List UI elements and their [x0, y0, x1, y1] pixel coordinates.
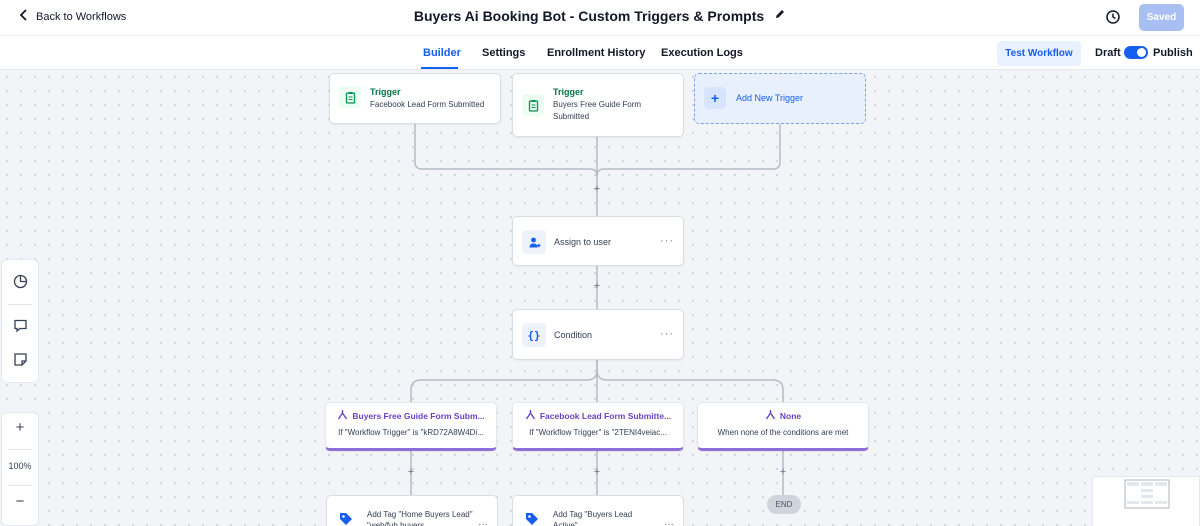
action-label: Condition: [554, 330, 593, 340]
more-options-icon[interactable]: ···: [660, 328, 674, 340]
pencil-icon[interactable]: [774, 7, 786, 25]
clipboard-icon: [522, 94, 544, 116]
action-add-tag-home-buyers[interactable]: Add Tag "Home Buyers Lead" "web/fub buye…: [326, 495, 498, 526]
minimap-preview: [1124, 479, 1170, 509]
branch-none[interactable]: None When none of the conditions are met: [697, 402, 869, 451]
workflow-canvas[interactable]: Trigger Facebook Lead Form Submitted Tri…: [0, 70, 1200, 526]
divider: [8, 485, 32, 486]
more-options-icon[interactable]: ···: [478, 519, 488, 526]
history-clock-icon[interactable]: [1105, 9, 1121, 25]
publish-toggle[interactable]: [1124, 46, 1148, 59]
connector-lines: [410, 124, 784, 495]
curly-braces-glyph: {}: [527, 328, 541, 342]
add-step-plus-icon[interactable]: +: [778, 466, 788, 478]
zoom-controls: + 100% −: [1, 412, 39, 526]
add-step-plus-icon[interactable]: +: [406, 466, 416, 478]
action-label: Add Tag "Home Buyers Lead" "web/fub buye…: [367, 510, 473, 526]
zoom-out-button[interactable]: −: [2, 493, 38, 510]
branch-title: Facebook Lead Form Submitte...: [539, 410, 672, 421]
tag-icon: [339, 512, 353, 526]
branch-subtitle: If "Workflow Trigger" is "2TENI4veiac...: [529, 428, 667, 437]
trigger-title: Trigger: [370, 87, 401, 97]
minimap[interactable]: [1092, 476, 1200, 526]
clipboard-icon: [339, 86, 361, 108]
branch-subtitle: When none of the conditions are met: [717, 428, 849, 437]
add-step-plus-icon[interactable]: +: [592, 466, 602, 478]
divider: [8, 449, 32, 450]
toggle-knob: [1137, 48, 1146, 57]
tab-enrollment-history[interactable]: Enrollment History: [547, 47, 645, 59]
branch-title: Buyers Free Guide Form Subm...: [352, 410, 485, 421]
add-new-trigger-button[interactable]: + Add New Trigger: [694, 73, 866, 124]
action-label: Assign to user: [554, 237, 612, 247]
trigger-node-facebook[interactable]: Trigger Facebook Lead Form Submitted: [329, 73, 501, 124]
branch-split-icon: [525, 409, 536, 422]
zoom-level: 100%: [8, 461, 32, 471]
tabs-bar: Builder Settings Enrollment History Exec…: [0, 36, 1200, 70]
trigger-title: Trigger: [553, 87, 584, 97]
branch-subtitle: If "Workflow Trigger" is "kRD72A8W4Di...: [338, 428, 484, 437]
canvas-tool-panel: [1, 259, 39, 383]
zoom-in-button[interactable]: +: [2, 419, 38, 436]
more-options-icon[interactable]: ···: [660, 235, 674, 247]
tag-icon: [525, 512, 539, 526]
plus-icon: +: [704, 87, 726, 109]
action-add-tag-buyers-lead[interactable]: Add Tag "Buyers Lead Active" ···: [512, 495, 684, 526]
add-trigger-label: Add New Trigger: [736, 93, 804, 103]
add-step-plus-icon[interactable]: +: [592, 183, 602, 195]
curly-braces-icon: {}: [522, 323, 546, 347]
workflow-title[interactable]: Buyers Ai Booking Bot - Custom Triggers …: [414, 8, 764, 24]
sticky-note-icon[interactable]: [13, 352, 28, 367]
tab-settings[interactable]: Settings: [482, 47, 525, 59]
active-tab-indicator: [421, 67, 458, 69]
tab-builder[interactable]: Builder: [423, 47, 461, 59]
action-condition[interactable]: {} Condition ···: [512, 309, 684, 360]
trigger-subtitle: Facebook Lead Form Submitted: [370, 100, 485, 109]
divider: [8, 304, 32, 305]
comment-icon[interactable]: [13, 318, 28, 333]
action-label: Add Tag "Buyers Lead Active": [553, 510, 633, 526]
draft-label: Draft: [1095, 47, 1121, 59]
add-step-plus-icon[interactable]: +: [592, 280, 602, 292]
branch-buyers-free-guide[interactable]: Buyers Free Guide Form Subm... If "Workf…: [325, 402, 497, 451]
publish-label: Publish: [1153, 47, 1193, 59]
trigger-node-buyers-guide[interactable]: Trigger Buyers Free Guide Form Submitted: [512, 73, 684, 137]
user-assign-icon: [522, 230, 546, 254]
action-assign-to-user[interactable]: Assign to user ···: [512, 216, 684, 266]
branch-split-icon: [337, 409, 348, 422]
more-options-icon[interactable]: ···: [664, 519, 674, 526]
header: Back to Workflows Buyers Ai Booking Bot …: [0, 0, 1200, 36]
trigger-subtitle: Buyers Free Guide Form Submitted: [553, 100, 642, 121]
pie-chart-icon[interactable]: [13, 274, 28, 289]
tab-execution-logs[interactable]: Execution Logs: [661, 47, 743, 59]
end-marker: END: [767, 495, 801, 514]
test-workflow-button[interactable]: Test Workflow: [997, 41, 1081, 66]
branch-split-icon: [765, 409, 776, 422]
branch-facebook-lead[interactable]: Facebook Lead Form Submitte... If "Workf…: [512, 402, 684, 451]
branch-title: None: [779, 410, 802, 421]
saved-button[interactable]: Saved: [1139, 4, 1184, 31]
